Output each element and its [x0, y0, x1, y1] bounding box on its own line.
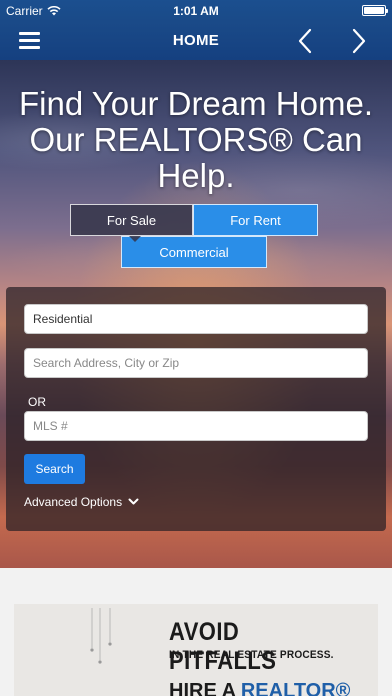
ad-cta-prefix: HIRE A — [169, 680, 241, 696]
status-bar: Carrier 1:01 AM — [0, 0, 392, 22]
hero-title-line1: Find Your Dream Home. — [19, 85, 373, 122]
tab-for-rent[interactable]: For Rent — [193, 204, 318, 236]
active-tab-caret — [129, 236, 141, 242]
tab-for-sale[interactable]: For Sale — [70, 204, 193, 236]
advanced-options-toggle[interactable]: Advanced Options — [24, 495, 139, 509]
address-search-placeholder: Search Address, City or Zip — [33, 356, 180, 370]
chevron-left-icon[interactable] — [296, 28, 316, 54]
hero-title: Find Your Dream Home. Our REALTORS® Can … — [0, 86, 392, 194]
address-search-input[interactable]: Search Address, City or Zip — [24, 348, 368, 378]
hero-title-line3: Help. — [157, 157, 235, 194]
chevron-down-icon — [128, 498, 139, 505]
property-type-select[interactable]: Residential — [24, 304, 368, 334]
ad-cta-brand: REALTOR® — [240, 680, 351, 696]
property-type-value: Residential — [33, 312, 93, 326]
mls-input[interactable]: MLS # — [24, 411, 368, 441]
battery-icon — [362, 5, 388, 16]
ad-headline: AVOID PITFALLS — [169, 618, 277, 675]
nav-bar: HOME — [0, 22, 392, 60]
search-panel: Residential Search Address, City or Zip … — [6, 287, 386, 531]
tab-commercial[interactable]: Commercial — [121, 236, 267, 268]
status-right — [362, 5, 388, 16]
ad-banner[interactable]: AVOID PITFALLS IN THE REAL ESTATE PROCES… — [14, 604, 378, 696]
chevron-right-icon[interactable] — [348, 28, 368, 54]
search-button[interactable]: Search — [24, 454, 85, 484]
or-label: OR — [28, 395, 46, 409]
page-title: HOME — [172, 32, 220, 49]
hero-section: Find Your Dream Home. Our REALTORS® Can … — [0, 60, 392, 568]
hero-title-line2: Our REALTORS® Can — [29, 121, 363, 158]
hanging-lamps-illustration — [90, 608, 112, 664]
advanced-options-label: Advanced Options — [24, 495, 123, 509]
mls-placeholder: MLS # — [33, 419, 68, 433]
ad-cta: HIRE A REALTOR® — [169, 680, 350, 696]
ad-subheadline: IN THE REAL ESTATE PROCESS. — [169, 649, 334, 661]
status-time: 1:01 AM — [173, 4, 219, 18]
